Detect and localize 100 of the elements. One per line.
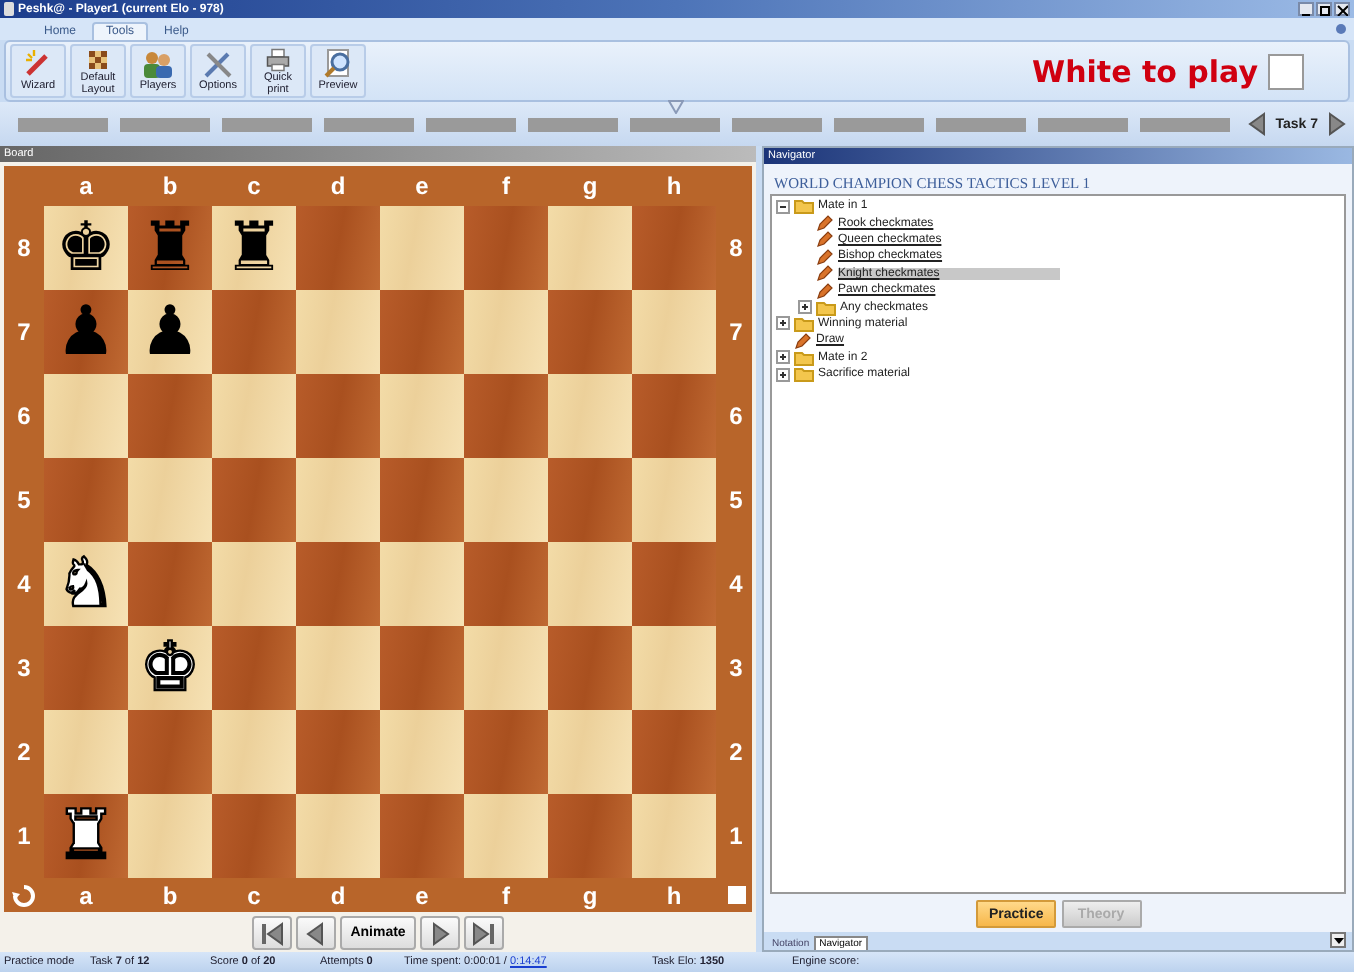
board-square[interactable] [380,710,464,794]
expand-icon[interactable] [798,300,812,315]
chess-piece[interactable]: ♜ [223,214,285,282]
board-square[interactable] [548,206,632,290]
board-square[interactable] [548,542,632,626]
minimize-button[interactable] [1298,2,1314,16]
board-square[interactable] [296,626,380,710]
rank-label: 7 [15,316,33,350]
board-square[interactable] [380,206,464,290]
board-square[interactable] [212,710,296,794]
app-icon [4,2,14,16]
board-square[interactable] [380,458,464,542]
board-square[interactable] [548,710,632,794]
board-square[interactable] [128,374,212,458]
board-square[interactable] [44,374,128,458]
board-square[interactable]: ♟ [44,290,128,374]
help-icon[interactable] [1336,24,1346,34]
board-square[interactable] [44,626,128,710]
board-square[interactable] [212,458,296,542]
board-square[interactable] [296,458,380,542]
board-square[interactable] [380,794,464,878]
file-label: a [77,879,95,912]
board-square[interactable] [296,710,380,794]
expand-icon[interactable] [776,316,790,331]
board-square[interactable] [464,542,548,626]
board-square[interactable] [44,710,128,794]
board-square[interactable] [296,206,380,290]
board-square[interactable] [548,458,632,542]
chess-piece[interactable]: ♚ [55,214,117,282]
board-square[interactable] [380,290,464,374]
board-square[interactable] [128,542,212,626]
board-square[interactable] [464,458,548,542]
board-square[interactable] [380,374,464,458]
board-square[interactable] [296,290,380,374]
board-square[interactable] [548,626,632,710]
maximize-button[interactable] [1316,2,1332,16]
tools-icon [202,48,234,80]
collapse-icon[interactable] [776,199,790,214]
next-move-button[interactable] [419,916,460,950]
board-square[interactable] [296,794,380,878]
board-square[interactable]: ♜ [44,794,128,878]
board-square[interactable] [548,290,632,374]
file-label: f [500,170,512,204]
skip-icon [260,921,285,945]
board-square[interactable] [632,290,716,374]
board-square[interactable] [632,206,716,290]
expand-icon[interactable] [776,367,790,382]
board-square[interactable] [380,542,464,626]
chess-piece[interactable]: ♜ [139,214,201,282]
board-square[interactable] [128,458,212,542]
rank-label: 6 [15,400,33,434]
task-progress-segment [528,117,618,131]
prev-move-button[interactable] [296,916,337,950]
chess-piece[interactable]: ♟ [139,298,201,366]
board-square[interactable] [464,626,548,710]
board-square[interactable] [548,374,632,458]
first-move-button[interactable] [252,916,293,950]
board-square[interactable] [212,626,296,710]
board-square[interactable] [464,206,548,290]
close-button[interactable] [1334,2,1350,16]
rank-label: 6 [727,400,745,434]
scroll-button[interactable] [1330,932,1346,948]
board-square[interactable] [464,374,548,458]
board-square[interactable] [632,794,716,878]
board-square[interactable] [212,794,296,878]
file-label: h [664,170,684,204]
board-square[interactable]: ♟ [128,290,212,374]
board-square[interactable] [44,458,128,542]
board-square[interactable]: ♜ [128,206,212,290]
board-square[interactable] [212,542,296,626]
pencil-icon [794,331,812,350]
board-square[interactable] [632,626,716,710]
board-square[interactable] [296,542,380,626]
board-square[interactable] [464,290,548,374]
file-label: b [160,879,180,912]
expand-icon[interactable] [776,350,790,365]
board-square[interactable] [464,794,548,878]
board-square[interactable] [632,542,716,626]
board-square[interactable] [380,626,464,710]
next-task-icon[interactable] [1328,112,1346,136]
board-square[interactable] [296,374,380,458]
board-square[interactable] [632,710,716,794]
rank-label: 8 [15,232,33,266]
chess-piece[interactable]: ♜ [55,802,117,870]
last-move-button[interactable] [463,916,504,950]
board-square[interactable] [128,794,212,878]
board-square[interactable] [632,374,716,458]
board-square[interactable] [548,794,632,878]
board-square[interactable]: ♜ [212,206,296,290]
board-square[interactable] [464,710,548,794]
rank-label: 5 [727,484,745,518]
board-square[interactable] [128,710,212,794]
board-square[interactable] [212,290,296,374]
board-square[interactable] [212,374,296,458]
chess-piece[interactable]: ♟ [55,298,117,366]
board-square[interactable]: ♚ [44,206,128,290]
previous-task-icon[interactable] [1247,112,1266,136]
flip-board-icon[interactable] [12,883,36,907]
board-square[interactable] [632,458,716,542]
skip-icon [471,921,496,945]
